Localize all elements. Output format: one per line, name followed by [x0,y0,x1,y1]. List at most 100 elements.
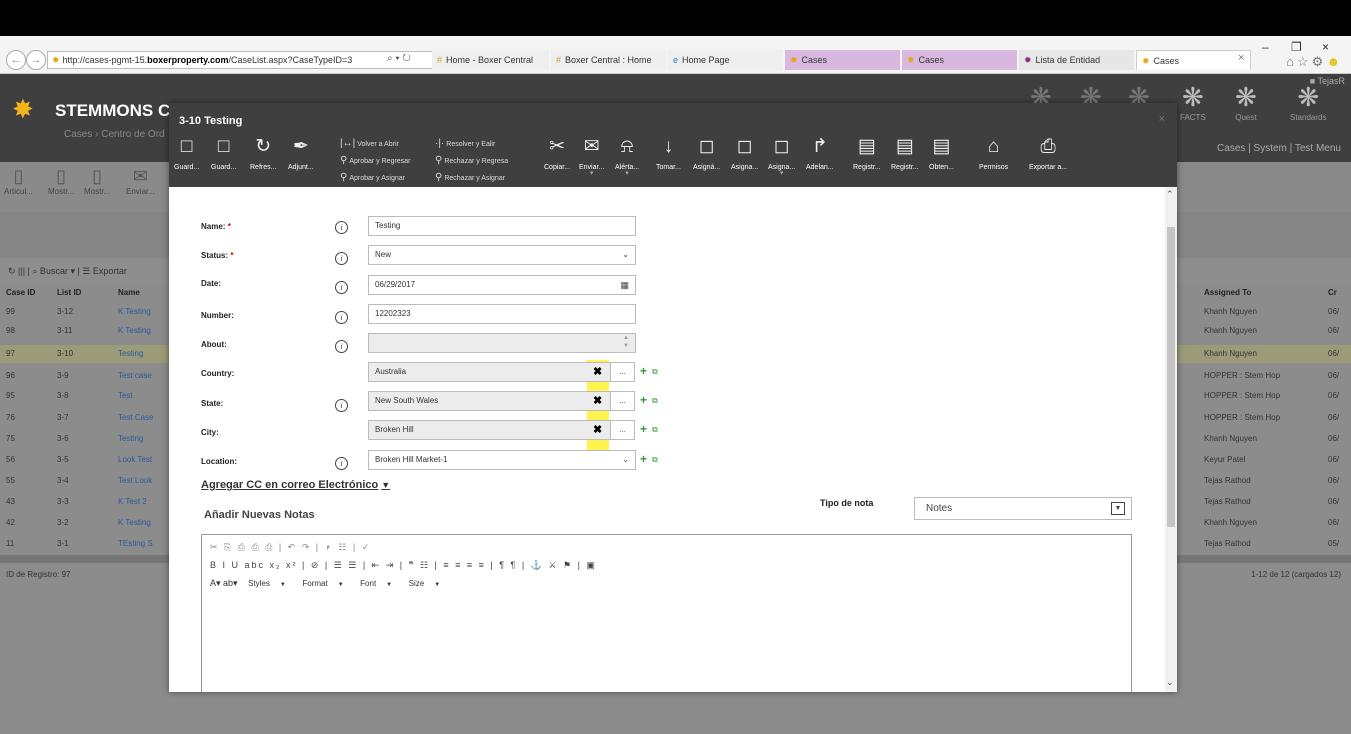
address-bar[interactable]: ✹ http://cases-pgmt-15.boxerproperty.com/… [47,51,437,69]
city-lookup-button[interactable]: ... [611,420,635,440]
col-case-id[interactable]: Case ID [6,288,35,297]
tab-lista-de-entidad[interactable]: ✹ Lista de Entidad [1019,50,1134,70]
guardar-button[interactable]: □ Guard... [174,137,199,172]
styles-select[interactable]: Styles ▼ [248,579,286,588]
tab-close-icon[interactable]: × [1238,52,1244,64]
country-lookup-button[interactable]: ... [611,362,635,382]
add-cc-email-link[interactable]: Agregar CC en correo Electrónico ▼ [201,479,390,491]
scroll-up-icon[interactable]: ⌃ [1166,189,1174,200]
attach-button[interactable]: ✒ Adjunt... [288,137,314,172]
format-select[interactable]: Format ▼ [302,579,343,588]
add-icon[interactable]: + [640,393,647,407]
volver-abrir-button[interactable]: |↔| Volver a Abrir [340,138,399,149]
add-icon[interactable]: + [640,452,647,466]
favorites-star-icon[interactable]: ☆ [1297,54,1312,69]
clear-icon[interactable]: ✖ [593,423,602,436]
info-icon[interactable]: i [335,281,348,294]
tab-cases[interactable]: ✹ Cases [902,50,1017,70]
add-icon[interactable]: + [640,364,647,378]
settings-gear-icon[interactable]: ⚙ [1312,54,1327,69]
state-field[interactable]: New South Wales [368,391,611,411]
external-link-icon[interactable]: ⧉ [652,396,658,406]
adelantar-button[interactable]: ↱ Adelan... [806,137,834,172]
scroll-down-icon[interactable]: ⌄ [1166,677,1174,688]
address-search-refresh-controls[interactable]: ⌕ ▾ ↻ [387,53,411,64]
tipo-nota-select[interactable]: Notes ▼ [914,497,1132,520]
number-field[interactable]: 12202323 [368,304,636,324]
mostrar-tool[interactable]: ▯ Mostr... [84,166,110,196]
guardar-cerrar-button[interactable]: □ Guard... [211,137,236,172]
alerta-button[interactable]: ⍾ Alérta... ▾ [615,137,639,178]
info-icon[interactable]: i [335,252,348,265]
scroll-thumb[interactable] [1167,227,1175,527]
smiley-icon[interactable]: ☻ [1326,54,1343,69]
col-list-id[interactable]: List ID [57,288,81,297]
registrar-button[interactable]: ▤ Registr... [853,137,881,172]
modal-scrollbar[interactable]: ⌃ ⌄ [1165,187,1177,692]
permisos-button[interactable]: ⌂ Permisos [979,137,1008,172]
country-field[interactable]: Australia [368,362,611,382]
tomar-button[interactable]: ↓ Tomar... [656,137,681,172]
calendar-icon[interactable]: ▦ [620,276,629,294]
home-icon[interactable]: ⌂ [1286,54,1297,69]
info-icon[interactable]: i [335,340,348,353]
info-icon[interactable]: i [335,311,348,324]
external-link-icon[interactable]: ⧉ [652,425,658,435]
status-select[interactable]: New ⌄ [368,245,636,265]
copiar-button[interactable]: ✂ Copiar... [544,137,570,172]
rechazar-asignar-button[interactable]: ⚲ Rechazar y Asignar [435,172,505,183]
tab-cases-active[interactable]: ✹ Cases [1136,50,1251,70]
clear-icon[interactable]: ✖ [593,394,602,407]
aprobar-asignar-button[interactable]: ⚲ Aprobar y Asignar [340,172,405,183]
tab-boxer-central-home[interactable]: # Boxer Central : Home [551,50,666,70]
back-icon[interactable]: ← [6,50,26,70]
rechazar-regresa-button[interactable]: ⚲ Rechazar y Regresa [435,155,508,166]
asignar-button[interactable]: ◻ Asigna... [731,137,758,172]
add-icon[interactable]: + [640,422,647,436]
exportar-button[interactable]: ⎙ Exportar a... [1029,137,1067,172]
date-field[interactable]: 06/29/2017 ▦ [368,275,636,295]
tab-cases[interactable]: ✹ Cases [785,50,900,70]
col-created[interactable]: Cr [1328,288,1337,297]
forward-icon[interactable]: → [26,50,46,70]
state-lookup-button[interactable]: ... [611,391,635,411]
about-field[interactable]: ▲ ▼ [368,333,636,353]
asignar-button[interactable]: ◻ Asigná... [693,137,720,172]
notes-editor[interactable]: ✂ ⎘ ⎙ ⎙ ⎙ | ↶ ↷ | ⎖ ☷ | ✓ B I U abc x₂ x… [201,534,1132,692]
info-icon[interactable]: i [335,221,348,234]
app-menu[interactable]: Cases | System | Test Menu [1217,143,1341,154]
location-select[interactable]: Broken Hill Market-1 ⌄ [368,450,636,470]
col-name[interactable]: Name [118,288,140,297]
aprobar-regresar-button[interactable]: ⚲ Aprobar y Regresar [340,155,410,166]
asignar-button[interactable]: ◻ Asigna... ▾ [768,137,795,178]
font-select[interactable]: Font ▼ [360,579,392,588]
text-color-icon[interactable]: A▾ ab▾ [210,578,238,588]
quest-icon[interactable]: ❋ Quest [1235,82,1257,122]
col-assigned-to[interactable]: Assigned To [1204,288,1251,297]
mostrar-tool[interactable]: ▯ Mostr... [48,166,74,196]
breadcrumb[interactable]: Cases › Centro de Ord [64,129,165,140]
size-select[interactable]: Size ▼ [409,579,441,588]
enviar-tool[interactable]: ✉ Enviar... [126,166,155,196]
tab-home-boxer-central[interactable]: # Home - Boxer Central [432,50,549,70]
obtener-button[interactable]: ▤ Obten... [929,137,954,172]
external-link-icon[interactable]: ⧉ [652,455,658,465]
modal-close-icon[interactable]: × [1159,113,1165,125]
editor-toolbar-row-1[interactable]: ✂ ⎘ ⎙ ⎙ ⎙ | ↶ ↷ | ⎖ ☷ | ✓ [210,542,371,553]
resolver-salir-button[interactable]: ·|· Resolver y Ealir [435,138,495,149]
info-icon[interactable]: i [335,457,348,470]
enviar-button[interactable]: ✉ Enviar... ▾ [579,137,604,178]
info-icon[interactable]: i [335,399,348,412]
editor-toolbar-row-2[interactable]: B I U abc x₂ x² | ⊘ | ☰ ☰ | ⇤ ⇥ | ❞ ☷ | … [210,560,597,571]
city-field[interactable]: Broken Hill [368,420,611,440]
name-field[interactable]: Testing [368,216,636,236]
standards-icon[interactable]: ❋ Standards [1290,82,1326,122]
registrar-button[interactable]: ▤ Registr... [891,137,919,172]
external-link-icon[interactable]: ⧉ [652,367,658,377]
minimize-icon[interactable]: – [1262,40,1269,54]
articulo-tool[interactable]: ▯ Articul... [4,166,33,196]
refresh-button[interactable]: ↻ Refres... [250,137,276,172]
restore-icon[interactable]: ❐ [1291,40,1302,54]
facts-icon[interactable]: ❋ FACTS [1180,82,1206,122]
clear-icon[interactable]: ✖ [593,365,602,378]
